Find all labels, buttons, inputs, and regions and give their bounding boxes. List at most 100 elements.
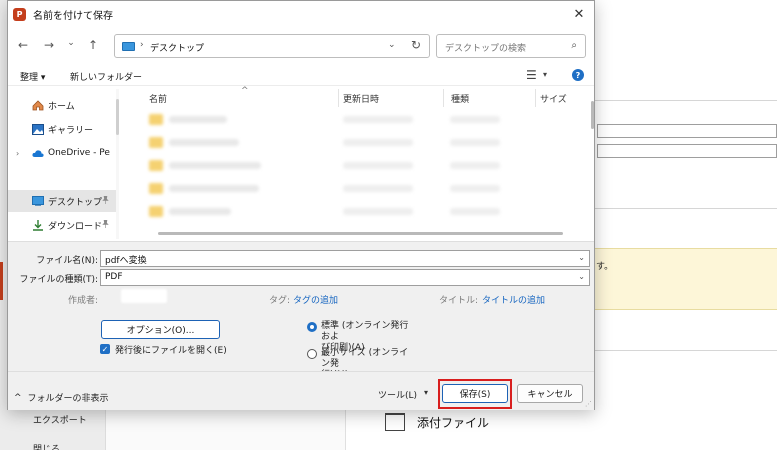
- recent-locations-icon[interactable]: ⌄: [64, 38, 78, 48]
- file-date-blurred: [343, 185, 413, 192]
- navigation-pane: ホーム ギャラリー › OneDrive - Perso デスクトップ: [8, 89, 116, 239]
- author-label: 作成者:: [67, 296, 98, 306]
- nav-label-gallery: ギャラリー: [48, 125, 94, 136]
- backstage-close[interactable]: 閉じる: [33, 442, 60, 450]
- column-size[interactable]: サイズ: [540, 92, 567, 105]
- column-separator[interactable]: [535, 89, 536, 107]
- up-arrow-icon[interactable]: ↑: [86, 38, 100, 52]
- sort-arrow-icon: ^: [241, 86, 249, 96]
- attachment-folder-icon: [385, 413, 405, 431]
- nav-item-desktop[interactable]: デスクトップ: [8, 190, 116, 212]
- desktop-folder-icon: [122, 42, 135, 51]
- breadcrumb-separator: ›: [140, 40, 144, 50]
- folder-icon: [149, 114, 163, 125]
- save-as-dialog: P 名前を付けて保存 ✕ ← → ⌄ ↑ › デスクトップ ⌄ ↻ デスクトップ…: [7, 0, 595, 410]
- filetype-dropdown-icon[interactable]: ⌄: [578, 272, 585, 281]
- file-row[interactable]: [145, 181, 565, 196]
- file-type-blurred: [450, 116, 500, 123]
- backstage-export[interactable]: エクスポート: [33, 413, 87, 426]
- tools-dropdown-icon[interactable]: ▾: [424, 388, 428, 397]
- cloud-icon: [32, 148, 44, 159]
- file-date-blurred: [343, 116, 413, 123]
- address-bar[interactable]: › デスクトップ ⌄ ↻: [114, 34, 430, 58]
- file-type-blurred: [450, 208, 500, 215]
- address-row: ← → ⌄ ↑ › デスクトップ ⌄ ↻ デスクトップの検索 ⌕: [8, 31, 594, 61]
- hide-folders-toggle[interactable]: ^ フォルダーの非表示: [14, 391, 109, 405]
- dialog-footer: ^ フォルダーの非表示 ツール(L) ▾ 保存(S) キャンセル ⋰: [8, 371, 594, 410]
- column-type[interactable]: 種類: [451, 92, 469, 105]
- column-separator[interactable]: [443, 89, 444, 107]
- open-after-publish-checkbox[interactable]: ✓: [100, 344, 110, 354]
- filetype-value: PDF: [105, 272, 123, 282]
- pin-icon: [102, 195, 109, 206]
- file-list-horizontal-scrollbar[interactable]: [158, 232, 563, 235]
- pin-icon: [102, 219, 109, 230]
- resize-grip-icon[interactable]: ⋰: [585, 400, 592, 408]
- nav-item-gallery[interactable]: ギャラリー: [8, 118, 116, 140]
- file-row[interactable]: [145, 204, 565, 219]
- bg-divider-2: [595, 208, 777, 209]
- file-name-blurred: [169, 162, 261, 169]
- save-form: ファイル名(N): pdfへ変換 ⌄ ファイルの種類(T): PDF ⌄ 作成者…: [8, 241, 594, 380]
- folder-icon: [149, 183, 163, 194]
- file-date-blurred: [343, 139, 413, 146]
- add-tags-link[interactable]: タグの追加: [293, 293, 338, 306]
- expand-chevron-icon[interactable]: ›: [16, 149, 19, 158]
- minimum-size-radio[interactable]: [307, 349, 317, 359]
- breadcrumb-desktop[interactable]: デスクトップ: [150, 41, 204, 54]
- file-row[interactable]: [145, 135, 565, 150]
- new-folder-button[interactable]: 新しいフォルダー: [70, 70, 142, 83]
- forward-arrow-icon[interactable]: →: [42, 38, 56, 52]
- author-value-blurred[interactable]: [121, 289, 167, 303]
- column-separator[interactable]: [338, 89, 339, 107]
- folder-icon: [149, 137, 163, 148]
- dialog-toolbar: 整理 ▾ 新しいフォルダー ☰ ▾ ?: [8, 66, 594, 86]
- nav-item-onedrive[interactable]: › OneDrive - Perso: [8, 142, 116, 164]
- nav-scrollbar-thumb[interactable]: [116, 99, 119, 135]
- file-list: 名前 ^ 更新日時 種類 サイズ: [135, 86, 588, 239]
- add-title-link[interactable]: タイトルの追加: [482, 293, 545, 306]
- nav-label-desktop: デスクトップ: [48, 197, 103, 208]
- refresh-icon[interactable]: ↻: [411, 38, 421, 52]
- filename-dropdown-icon[interactable]: ⌄: [578, 253, 585, 262]
- file-type-blurred: [450, 185, 500, 192]
- close-icon[interactable]: ✕: [564, 1, 594, 27]
- file-row[interactable]: [145, 112, 565, 127]
- title-label: タイトル:: [438, 296, 478, 306]
- hide-folders-label: フォルダーの非表示: [27, 394, 109, 404]
- help-icon[interactable]: ?: [572, 69, 584, 81]
- file-list-scrollbar[interactable]: [591, 101, 594, 129]
- file-type-blurred: [450, 139, 500, 146]
- cancel-button[interactable]: キャンセル: [517, 384, 583, 403]
- home-icon: [32, 99, 44, 111]
- standard-radio[interactable]: [307, 322, 317, 332]
- powerpoint-icon: P: [13, 7, 26, 21]
- file-name-blurred: [169, 139, 239, 146]
- gallery-icon: [32, 123, 44, 135]
- nav-item-home[interactable]: ホーム: [8, 94, 116, 116]
- info-banner: [595, 248, 777, 310]
- nav-label-onedrive: OneDrive - Perso: [48, 148, 110, 158]
- options-button[interactable]: オプション(O)...: [101, 320, 220, 339]
- address-dropdown-icon[interactable]: ⌄: [388, 40, 396, 50]
- save-button[interactable]: 保存(S): [442, 384, 508, 403]
- organize-button[interactable]: 整理 ▾: [20, 70, 45, 83]
- search-placeholder: デスクトップの検索: [445, 44, 527, 54]
- tools-menu[interactable]: ツール(L): [378, 388, 417, 401]
- filetype-select[interactable]: PDF ⌄: [100, 269, 590, 286]
- search-input[interactable]: デスクトップの検索 ⌕: [436, 34, 586, 58]
- filename-input[interactable]: pdfへ変換 ⌄: [100, 250, 590, 267]
- view-options-icon[interactable]: ☰: [526, 68, 537, 82]
- back-arrow-icon[interactable]: ←: [16, 38, 30, 52]
- attach-file-label: 添付ファイル: [417, 415, 490, 430]
- file-name-blurred: [169, 208, 231, 215]
- nav-label-home: ホーム: [48, 101, 75, 112]
- file-row[interactable]: [145, 158, 565, 173]
- column-name[interactable]: 名前: [149, 92, 167, 105]
- view-dropdown-icon[interactable]: ▾: [543, 70, 547, 79]
- filename-label: ファイル名(N):: [36, 256, 98, 266]
- column-modified[interactable]: 更新日時: [343, 92, 379, 105]
- attach-file-option[interactable]: 添付ファイル: [385, 413, 489, 431]
- nav-item-downloads[interactable]: ダウンロード: [8, 214, 116, 236]
- open-after-publish-label[interactable]: 発行後にファイルを開く(E): [115, 343, 227, 356]
